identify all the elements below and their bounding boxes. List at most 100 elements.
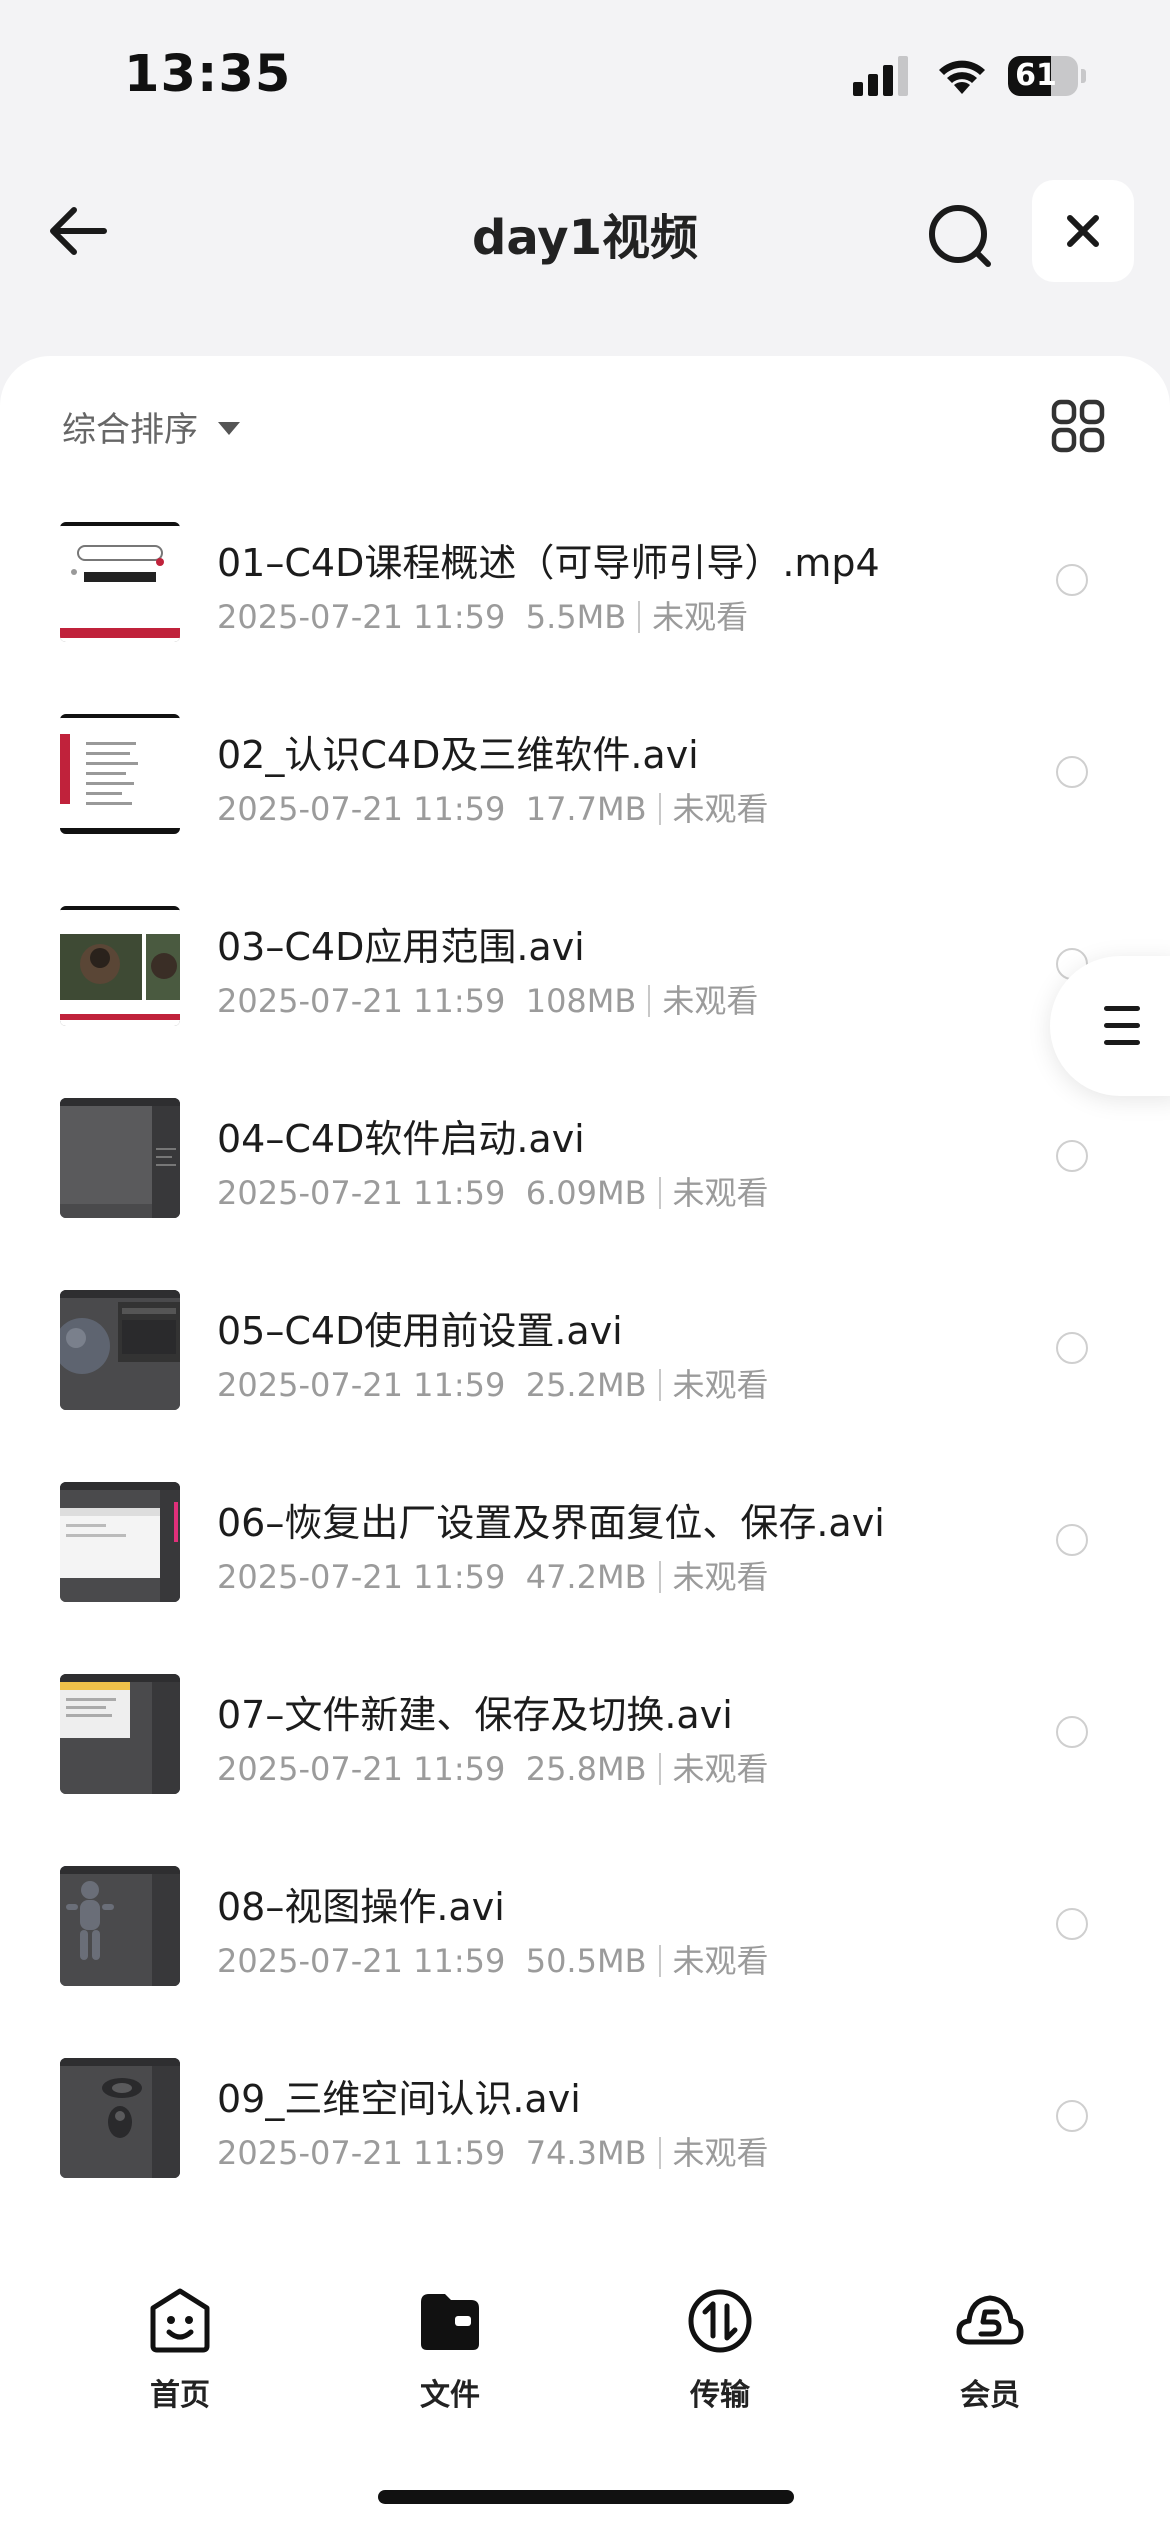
meta-divider: [658, 1753, 661, 1785]
select-checkbox[interactable]: [1056, 1908, 1088, 1940]
file-size: 17.7MB: [525, 790, 647, 828]
tab-label: 传输: [690, 2378, 750, 2413]
file-name: 04–C4D软件启动.avi: [217, 1117, 585, 1161]
file-meta: 2025-07-21 11:59 6.09MB 未观看: [217, 1168, 769, 1214]
file-name: 09_三维空间认识.avi: [217, 2077, 581, 2121]
meta-divider: [658, 793, 661, 825]
file-meta: 2025-07-21 11:59 47.2MB 未观看: [217, 1552, 769, 1598]
file-date: 2025-07-21 11:59: [217, 1174, 506, 1212]
file-row[interactable]: 08–视图操作.avi 2025-07-21 11:59 50.5MB 未观看: [0, 1866, 1170, 2058]
sort-dropdown[interactable]: 综合排序: [62, 402, 240, 451]
wifi-icon: [939, 60, 985, 94]
file-size: 6.09MB: [525, 1174, 647, 1212]
file-name: 02_认识C4D及三维软件.avi: [217, 733, 699, 777]
select-checkbox[interactable]: [1056, 1716, 1088, 1748]
status-bar: 13:35 61: [0, 0, 1170, 150]
watch-status: 未观看: [652, 598, 749, 636]
file-row[interactable]: 05–C4D使用前设置.avi 2025-07-21 11:59 25.2MB 未观…: [0, 1290, 1170, 1482]
file-list-panel: 综合排序 01–C4D课程概述（可导师引导）.mp4 2025-07-21 11:…: [0, 356, 1170, 2256]
video-thumbnail: [60, 906, 180, 1026]
file-meta: 2025-07-21 11:59 74.3MB 未观看: [217, 2128, 769, 2174]
file-date: 2025-07-21 11:59: [217, 2134, 506, 2172]
search-icon: [929, 205, 991, 267]
tab-transfer[interactable]: 传输: [650, 2286, 790, 2414]
file-size: 25.2MB: [525, 1366, 647, 1404]
file-date: 2025-07-21 11:59: [217, 982, 506, 1020]
file-row[interactable]: 06–恢复出厂设置及界面复位、保存.avi 2025-07-21 11:59 47…: [0, 1482, 1170, 1674]
file-row[interactable]: 04–C4D软件启动.avi 2025-07-21 11:59 6.09MB 未观看: [0, 1098, 1170, 1290]
video-thumbnail: [60, 1482, 180, 1602]
meta-divider: [658, 1177, 661, 1209]
select-checkbox[interactable]: [1056, 1332, 1088, 1364]
file-meta: 2025-07-21 11:59 50.5MB 未观看: [217, 1936, 769, 1982]
file-date: 2025-07-21 11:59: [217, 598, 506, 636]
video-thumbnail: [60, 1674, 180, 1794]
file-name: 01–C4D课程概述（可导师引导）.mp4: [217, 541, 880, 585]
file-name: 08–视图操作.avi: [217, 1885, 505, 1929]
battery-icon: 61: [1008, 56, 1088, 96]
smile-icon: [150, 2288, 210, 2353]
file-date: 2025-07-21 11:59: [217, 1366, 506, 1404]
tab-vip[interactable]: 会员: [920, 2286, 1060, 2414]
tab-home[interactable]: 首页: [110, 2286, 250, 2414]
transfer-icon: [688, 2289, 752, 2353]
file-name: 06–恢复出厂设置及界面复位、保存.avi: [217, 1501, 885, 1545]
file-size: 47.2MB: [525, 1558, 647, 1596]
file-size: 108MB: [525, 982, 637, 1020]
watch-status: 未观看: [672, 1558, 769, 1596]
select-checkbox[interactable]: [1056, 1524, 1088, 1556]
grid-icon: [1051, 399, 1105, 453]
file-name: 05–C4D使用前设置.avi: [217, 1309, 623, 1353]
file-row[interactable]: 01–C4D课程概述（可导师引导）.mp4 2025-07-21 11:59 5.…: [0, 522, 1170, 714]
close-icon: [1067, 215, 1099, 247]
sort-label: 综合排序: [62, 410, 198, 450]
select-checkbox[interactable]: [1056, 756, 1088, 788]
grid-view-button[interactable]: [1050, 398, 1106, 454]
file-meta: 2025-07-21 11:59 25.8MB 未观看: [217, 1744, 769, 1790]
file-meta: 2025-07-21 11:59 108MB 未观看: [217, 976, 758, 1022]
select-checkbox[interactable]: [1056, 564, 1088, 596]
file-date: 2025-07-21 11:59: [217, 1558, 506, 1596]
file-size: 50.5MB: [525, 1942, 647, 1980]
video-thumbnail: [60, 1098, 180, 1218]
file-name: 07–文件新建、保存及切换.avi: [217, 1693, 733, 1737]
signal-icon: [853, 56, 908, 96]
watch-status: 未观看: [662, 982, 759, 1020]
meta-divider: [658, 1561, 661, 1593]
file-row[interactable]: 07–文件新建、保存及切换.avi 2025-07-21 11:59 25.8MB…: [0, 1674, 1170, 1866]
file-meta: 2025-07-21 11:59 17.7MB 未观看: [217, 784, 769, 830]
tab-label: 首页: [150, 2378, 210, 2413]
file-row[interactable]: 03–C4D应用范围.avi 2025-07-21 11:59 108MB 未观看: [0, 906, 1170, 1098]
video-thumbnail: [60, 522, 180, 642]
watch-status: 未观看: [672, 2134, 769, 2172]
file-row[interactable]: 09_三维空间认识.avi 2025-07-21 11:59 74.3MB 未观看: [0, 2058, 1170, 2250]
watch-status: 未观看: [672, 1174, 769, 1212]
meta-divider: [648, 985, 651, 1017]
meta-divider: [658, 1369, 661, 1401]
file-size: 5.5MB: [525, 598, 627, 636]
select-checkbox[interactable]: [1056, 2100, 1088, 2132]
select-checkbox[interactable]: [1056, 1140, 1088, 1172]
watch-status: 未观看: [672, 1750, 769, 1788]
video-thumbnail: [60, 1866, 180, 1986]
file-meta: 2025-07-21 11:59 5.5MB 未观看: [217, 592, 748, 638]
meta-divider: [658, 1945, 661, 1977]
file-size: 25.8MB: [525, 1750, 647, 1788]
folder-icon: [421, 2294, 479, 2350]
file-size: 74.3MB: [525, 2134, 647, 2172]
watch-status: 未观看: [672, 790, 769, 828]
search-button[interactable]: [920, 196, 1000, 276]
meta-divider: [638, 601, 641, 633]
file-row[interactable]: 02_认识C4D及三维软件.avi 2025-07-21 11:59 17.7MB…: [0, 714, 1170, 906]
tab-label: 文件: [420, 2378, 480, 2413]
cloud-s-icon: [956, 2295, 1024, 2345]
close-button[interactable]: [1032, 180, 1134, 282]
caret-down-icon: [218, 422, 240, 435]
file-date: 2025-07-21 11:59: [217, 1942, 506, 1980]
battery-percent: 61: [1015, 58, 1057, 93]
tab-files[interactable]: 文件: [380, 2286, 520, 2414]
home-indicator: [378, 2490, 794, 2504]
tab-label: 会员: [960, 2378, 1020, 2413]
watch-status: 未观看: [672, 1942, 769, 1980]
file-date: 2025-07-21 11:59: [217, 790, 506, 828]
